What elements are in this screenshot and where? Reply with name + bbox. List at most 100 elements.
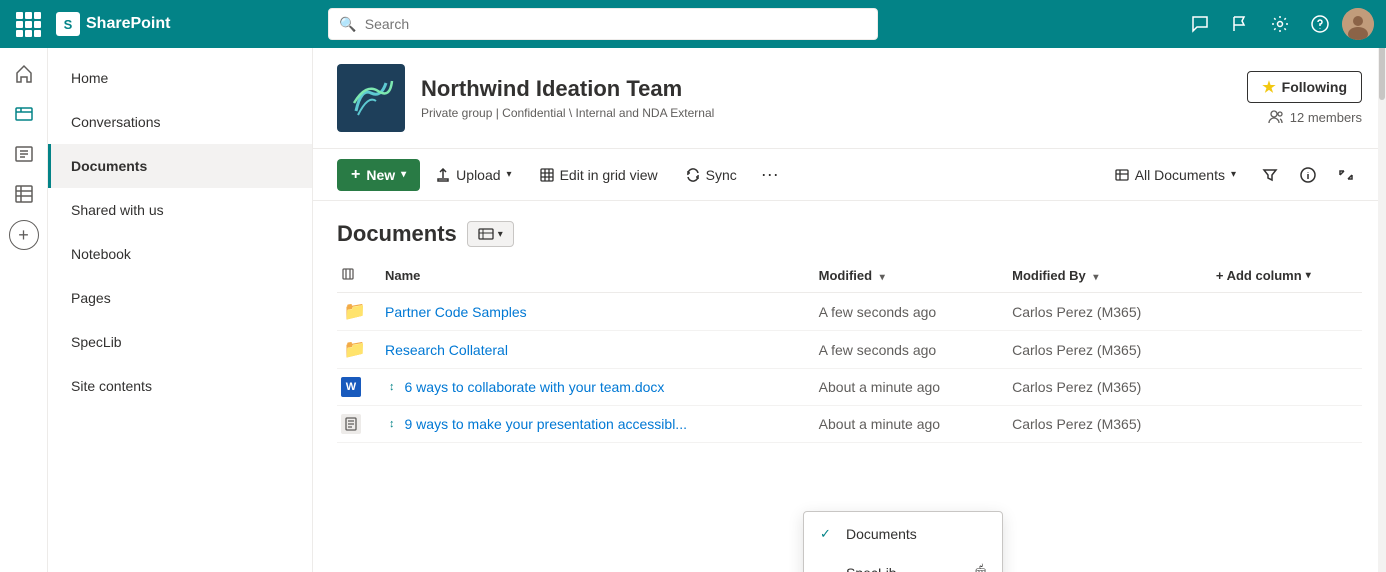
- following-button[interactable]: ★ Following: [1247, 71, 1362, 103]
- more-button[interactable]: ···: [753, 160, 787, 189]
- file-name[interactable]: 9 ways to make your presentation accessi…: [405, 416, 687, 432]
- new-plus-icon: +: [351, 166, 360, 184]
- help-button[interactable]: [1302, 6, 1338, 42]
- folder-icon: 📁: [344, 301, 366, 321]
- folder-icon: 📁: [344, 339, 366, 359]
- all-docs-chevron-icon: ▾: [1231, 169, 1236, 180]
- lists-rail-icon[interactable]: [6, 176, 42, 212]
- file-type-cell: W: [337, 369, 373, 406]
- add-site-button[interactable]: +: [9, 220, 39, 250]
- file-name-cell: Research Collateral: [373, 331, 807, 369]
- grid-icon: [540, 168, 554, 182]
- waffle-icon: [16, 12, 41, 37]
- file-name-cell: Partner Code Samples: [373, 293, 807, 331]
- dropdown-documents-label: Documents: [846, 526, 917, 542]
- nav-item-conversations[interactable]: Conversations: [48, 100, 312, 144]
- top-navigation: S SharePoint 🔍: [0, 0, 1386, 48]
- view-selector-button[interactable]: ▾: [467, 221, 514, 247]
- following-label: Following: [1282, 79, 1347, 95]
- waffle-menu[interactable]: [12, 8, 44, 40]
- site-logo: [337, 64, 405, 132]
- dropdown-item-documents[interactable]: ✓ Documents: [804, 516, 1002, 552]
- nav-item-shared[interactable]: Shared with us: [48, 188, 312, 232]
- home-rail-icon[interactable]: [6, 56, 42, 92]
- nav-item-home[interactable]: Home: [48, 56, 312, 100]
- top-nav-actions: [1182, 6, 1374, 42]
- avatar[interactable]: [1342, 8, 1374, 40]
- documents-table: Name Modified ▾ Modified By ▾ + Add: [337, 259, 1362, 443]
- nav-item-documents[interactable]: Documents: [48, 144, 312, 188]
- checkmark-icon: ✓: [820, 526, 836, 542]
- edit-grid-label: Edit in grid view: [560, 167, 658, 183]
- all-documents-button[interactable]: All Documents ▾: [1103, 160, 1248, 190]
- modified-by-column-header[interactable]: Modified By ▾: [1000, 259, 1204, 293]
- members-row: 12 members: [1268, 109, 1362, 125]
- file-icon: [341, 414, 361, 434]
- modified-by-cell: Carlos Perez (M365): [1000, 369, 1204, 406]
- nav-item-notebook[interactable]: Notebook: [48, 232, 312, 276]
- co-author-badge: ↕: [389, 418, 395, 430]
- sharepoint-brand[interactable]: S SharePoint: [56, 12, 170, 36]
- app-layout: + Home Conversations Documents Shared wi…: [0, 48, 1386, 572]
- modified-sort-icon: ▾: [880, 272, 885, 283]
- all-docs-label: All Documents: [1135, 167, 1225, 183]
- file-name-cell: ↕ 9 ways to make your presentation acces…: [373, 406, 807, 443]
- more-icon: ···: [761, 164, 779, 185]
- table-row: ↕ 9 ways to make your presentation acces…: [337, 406, 1362, 443]
- modified-cell: About a minute ago: [807, 369, 1000, 406]
- scrollbar[interactable]: [1378, 0, 1386, 572]
- sites-rail-icon[interactable]: [6, 96, 42, 132]
- file-name[interactable]: 6 ways to collaborate with your team.doc…: [405, 379, 665, 395]
- file-name[interactable]: Research Collateral: [385, 342, 508, 358]
- new-button[interactable]: + New ▾: [337, 159, 420, 191]
- filter-icon: [1262, 167, 1278, 183]
- co-author-badge: ↕: [389, 381, 395, 393]
- edit-grid-button[interactable]: Edit in grid view: [528, 160, 670, 190]
- nav-item-pages[interactable]: Pages: [48, 276, 312, 320]
- add-column-header[interactable]: + Add column ▾: [1204, 259, 1362, 293]
- documents-title: Documents: [337, 221, 457, 247]
- dropdown-speclib-label: SpecLib: [846, 565, 897, 572]
- search-input[interactable]: [365, 16, 868, 32]
- site-header: Northwind Ideation Team Private group | …: [313, 48, 1386, 149]
- file-type-cell: 📁: [337, 331, 373, 369]
- modified-by-cell: Carlos Perez (M365): [1000, 406, 1204, 443]
- new-chevron-icon: ▾: [401, 169, 406, 180]
- view-chevron-icon: ▾: [498, 229, 503, 240]
- news-rail-icon[interactable]: [6, 136, 42, 172]
- info-icon: [1300, 167, 1316, 183]
- modified-by-cell: Carlos Perez (M365): [1000, 331, 1204, 369]
- search-bar[interactable]: 🔍: [328, 8, 878, 40]
- site-subtitle: Private group | Confidential \ Internal …: [421, 106, 1247, 120]
- sharepoint-logo: S: [56, 12, 80, 36]
- settings-button[interactable]: [1262, 6, 1298, 42]
- nav-item-site-contents[interactable]: Site contents: [48, 364, 312, 408]
- icon-rail: +: [0, 48, 48, 572]
- search-icon: 🔍: [339, 16, 356, 33]
- library-icon: [478, 226, 494, 242]
- command-bar-right: All Documents ▾: [1103, 160, 1362, 190]
- left-navigation: Home Conversations Documents Shared with…: [48, 48, 313, 572]
- modified-column-header[interactable]: Modified ▾: [807, 259, 1000, 293]
- flag-button[interactable]: [1222, 6, 1258, 42]
- file-type-cell: 📁: [337, 293, 373, 331]
- chat-button[interactable]: [1182, 6, 1218, 42]
- filter-button[interactable]: [1254, 160, 1286, 190]
- table-row: W ↕ 6 ways to collaborate with your team…: [337, 369, 1362, 406]
- add-column-button[interactable]: + Add column ▾: [1216, 268, 1350, 283]
- file-name[interactable]: Partner Code Samples: [385, 304, 527, 320]
- view-dropdown: ✓ Documents SpecLib 🖱: [803, 511, 1003, 572]
- nav-item-speclib[interactable]: SpecLib: [48, 320, 312, 364]
- upload-label: Upload: [456, 167, 500, 183]
- expand-button[interactable]: [1330, 160, 1362, 190]
- file-name-cell: ↕ 6 ways to collaborate with your team.d…: [373, 369, 807, 406]
- dropdown-item-speclib[interactable]: SpecLib 🖱: [804, 552, 1002, 572]
- sync-button[interactable]: Sync: [674, 160, 749, 190]
- info-button[interactable]: [1292, 160, 1324, 190]
- scroll-thumb[interactable]: [1379, 40, 1385, 100]
- table-row: 📁 Partner Code Samples A few seconds ago…: [337, 293, 1362, 331]
- site-actions: ★ Following 12 members: [1247, 71, 1362, 125]
- new-label: New: [366, 167, 395, 183]
- upload-button[interactable]: Upload ▾: [424, 160, 523, 190]
- modified-by-sort-icon: ▾: [1093, 272, 1098, 283]
